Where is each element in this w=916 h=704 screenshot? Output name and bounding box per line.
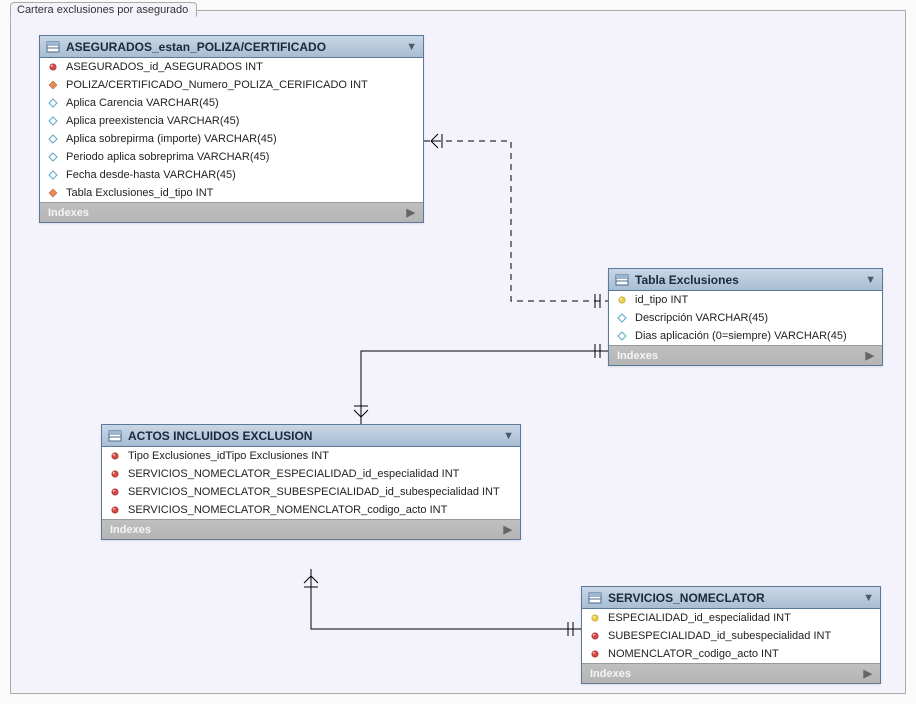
- column-name: Tipo Exclusiones_idTipo Exclusiones INT: [128, 450, 329, 462]
- indexes-footer[interactable]: Indexes ▶: [609, 345, 882, 365]
- key-icon: [48, 62, 60, 72]
- columns-list: ASEGURADOS_id_ASEGURADOS INT POLIZA/CERTI…: [40, 58, 423, 202]
- column-name: SERVICIOS_NOMECLATOR_ESPECIALIDAD_id_esp…: [128, 468, 459, 480]
- expand-arrow-icon[interactable]: ▶: [864, 667, 872, 680]
- column-name: Periodo aplica sobreprima VARCHAR(45): [66, 151, 269, 163]
- indexes-label: Indexes: [590, 668, 631, 680]
- expand-arrow-icon[interactable]: ▶: [407, 206, 415, 219]
- indexes-footer[interactable]: Indexes ▶: [40, 202, 423, 222]
- column-row[interactable]: Dias aplicación (0=siempre) VARCHAR(45): [609, 327, 882, 345]
- diamond-attr-icon: [48, 116, 60, 126]
- column-row[interactable]: ASEGURADOS_id_ASEGURADOS INT: [40, 58, 423, 76]
- table-asegurados[interactable]: ASEGURADOS_estan_POLIZA/CERTIFICADO ▼ AS…: [39, 35, 424, 223]
- column-row[interactable]: Tabla Exclusiones_id_tipo INT: [40, 184, 423, 202]
- column-row[interactable]: Descripción VARCHAR(45): [609, 309, 882, 327]
- column-row[interactable]: SUBESPECIALIDAD_id_subespecialidad INT: [582, 627, 880, 645]
- column-name: SERVICIOS_NOMECLATOR_SUBESPECIALIDAD_id_…: [128, 486, 500, 498]
- indexes-footer[interactable]: Indexes ▶: [582, 663, 880, 683]
- table-header[interactable]: ASEGURADOS_estan_POLIZA/CERTIFICADO ▼: [40, 36, 423, 58]
- column-row[interactable]: Tipo Exclusiones_idTipo Exclusiones INT: [102, 447, 520, 465]
- key-icon: [110, 505, 122, 515]
- erd-canvas: Cartera exclusiones por asegurado: [10, 10, 906, 694]
- table-icon: [108, 430, 122, 442]
- key-icon: [590, 649, 602, 659]
- expand-arrow-icon[interactable]: ▶: [504, 523, 512, 536]
- key-icon: [590, 613, 602, 623]
- table-title: Tabla Exclusiones: [635, 273, 865, 287]
- column-name: Aplica preexistencia VARCHAR(45): [66, 115, 239, 127]
- canvas-title: Cartera exclusiones por asegurado: [17, 4, 188, 16]
- table-title: ASEGURADOS_estan_POLIZA/CERTIFICADO: [66, 40, 406, 54]
- indexes-label: Indexes: [617, 350, 658, 362]
- columns-list: Tipo Exclusiones_idTipo Exclusiones INT S…: [102, 447, 520, 519]
- column-name: Descripción VARCHAR(45): [635, 312, 768, 324]
- column-row[interactable]: Aplica sobrepirma (importe) VARCHAR(45): [40, 130, 423, 148]
- column-name: id_tipo INT: [635, 294, 688, 306]
- columns-list: ESPECIALIDAD_id_especialidad INT SUBESPEC…: [582, 609, 880, 663]
- column-name: SUBESPECIALIDAD_id_subespecialidad INT: [608, 630, 831, 642]
- table-icon: [615, 274, 629, 286]
- column-row[interactable]: Aplica Carencia VARCHAR(45): [40, 94, 423, 112]
- column-row[interactable]: Fecha desde-hasta VARCHAR(45): [40, 166, 423, 184]
- expand-arrow-icon[interactable]: ▶: [866, 349, 874, 362]
- column-row[interactable]: id_tipo INT: [609, 291, 882, 309]
- column-row[interactable]: SERVICIOS_NOMECLATOR_ESPECIALIDAD_id_esp…: [102, 465, 520, 483]
- table-exclusiones[interactable]: Tabla Exclusiones ▼ id_tipo INT Descripci…: [608, 268, 883, 366]
- indexes-footer[interactable]: Indexes ▶: [102, 519, 520, 539]
- table-header[interactable]: SERVICIOS_NOMECLATOR ▼: [582, 587, 880, 609]
- column-row[interactable]: NOMENCLATOR_codigo_acto INT: [582, 645, 880, 663]
- key-icon: [110, 487, 122, 497]
- table-header[interactable]: Tabla Exclusiones ▼: [609, 269, 882, 291]
- column-row[interactable]: ESPECIALIDAD_id_especialidad INT: [582, 609, 880, 627]
- key-icon: [617, 295, 629, 305]
- column-row[interactable]: SERVICIOS_NOMECLATOR_SUBESPECIALIDAD_id_…: [102, 483, 520, 501]
- column-row[interactable]: Periodo aplica sobreprima VARCHAR(45): [40, 148, 423, 166]
- diamond-attr-icon: [617, 313, 629, 323]
- diamond-fk-icon: [48, 80, 60, 90]
- diamond-attr-icon: [48, 98, 60, 108]
- column-name: NOMENCLATOR_codigo_acto INT: [608, 648, 779, 660]
- table-title: SERVICIOS_NOMECLATOR: [608, 591, 863, 605]
- diamond-fk-icon: [48, 188, 60, 198]
- table-actos[interactable]: ACTOS INCLUIDOS EXCLUSION ▼ Tipo Exclusi…: [101, 424, 521, 540]
- column-row[interactable]: POLIZA/CERTIFICADO_Numero_POLIZA_CERIFIC…: [40, 76, 423, 94]
- collapse-arrow-icon[interactable]: ▼: [503, 430, 514, 442]
- indexes-label: Indexes: [48, 207, 89, 219]
- table-icon: [588, 592, 602, 604]
- column-name: Aplica sobrepirma (importe) VARCHAR(45): [66, 133, 277, 145]
- diamond-attr-icon: [617, 331, 629, 341]
- collapse-arrow-icon[interactable]: ▼: [863, 592, 874, 604]
- column-name: Aplica Carencia VARCHAR(45): [66, 97, 219, 109]
- canvas-title-tab: Cartera exclusiones por asegurado: [10, 2, 197, 17]
- key-icon: [110, 469, 122, 479]
- indexes-label: Indexes: [110, 524, 151, 536]
- column-row[interactable]: SERVICIOS_NOMECLATOR_NOMENCLATOR_codigo_…: [102, 501, 520, 519]
- collapse-arrow-icon[interactable]: ▼: [406, 41, 417, 53]
- table-servicios[interactable]: SERVICIOS_NOMECLATOR ▼ ESPECIALIDAD_id_e…: [581, 586, 881, 684]
- key-icon: [110, 451, 122, 461]
- table-icon: [46, 41, 60, 53]
- column-name: ESPECIALIDAD_id_especialidad INT: [608, 612, 791, 624]
- table-title: ACTOS INCLUIDOS EXCLUSION: [128, 429, 503, 443]
- column-row[interactable]: Aplica preexistencia VARCHAR(45): [40, 112, 423, 130]
- collapse-arrow-icon[interactable]: ▼: [865, 274, 876, 286]
- column-name: POLIZA/CERTIFICADO_Numero_POLIZA_CERIFIC…: [66, 79, 368, 91]
- table-header[interactable]: ACTOS INCLUIDOS EXCLUSION ▼: [102, 425, 520, 447]
- column-name: SERVICIOS_NOMECLATOR_NOMENCLATOR_codigo_…: [128, 504, 447, 516]
- column-name: Tabla Exclusiones_id_tipo INT: [66, 187, 213, 199]
- columns-list: id_tipo INT Descripción VARCHAR(45) Dias a…: [609, 291, 882, 345]
- column-name: Dias aplicación (0=siempre) VARCHAR(45): [635, 330, 847, 342]
- diamond-attr-icon: [48, 152, 60, 162]
- diamond-attr-icon: [48, 170, 60, 180]
- column-name: ASEGURADOS_id_ASEGURADOS INT: [66, 61, 263, 73]
- column-name: Fecha desde-hasta VARCHAR(45): [66, 169, 236, 181]
- diamond-attr-icon: [48, 134, 60, 144]
- key-icon: [590, 631, 602, 641]
